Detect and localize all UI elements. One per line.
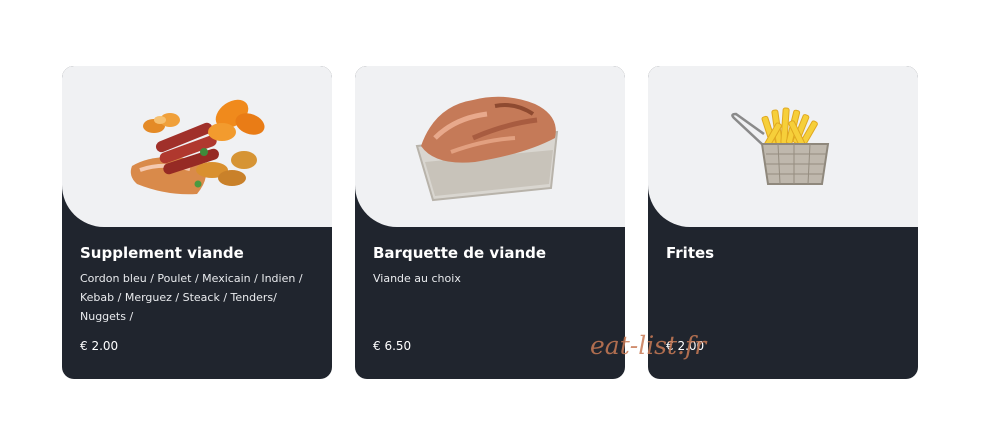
card-body: Supplement viande Cordon bleu / Poulet /… [62,227,332,379]
product-grid: Supplement viande Cordon bleu / Poulet /… [62,66,918,379]
card-body: Barquette de viande Viande au choix € 6.… [355,227,625,379]
product-title: Supplement viande [80,244,244,262]
product-card-barquette-de-viande[interactable]: Barquette de viande Viande au choix € 6.… [355,66,625,379]
product-description: Viande au choix [373,272,461,285]
product-description: Cordon bleu / Poulet / Mexicain / Indien… [80,272,303,323]
meat-tray-icon [415,96,559,202]
product-price: € 6.50 [373,339,412,353]
product-price: € 2.00 [80,339,119,353]
meat-assortment-icon [130,99,265,195]
product-card-supplement-viande[interactable]: Supplement viande Cordon bleu / Poulet /… [62,66,332,379]
fries-basket-icon [731,107,830,185]
product-title: Barquette de viande [373,244,547,262]
product-title: Frites [666,244,715,262]
watermark-text: eat-list.fr [590,331,707,360]
